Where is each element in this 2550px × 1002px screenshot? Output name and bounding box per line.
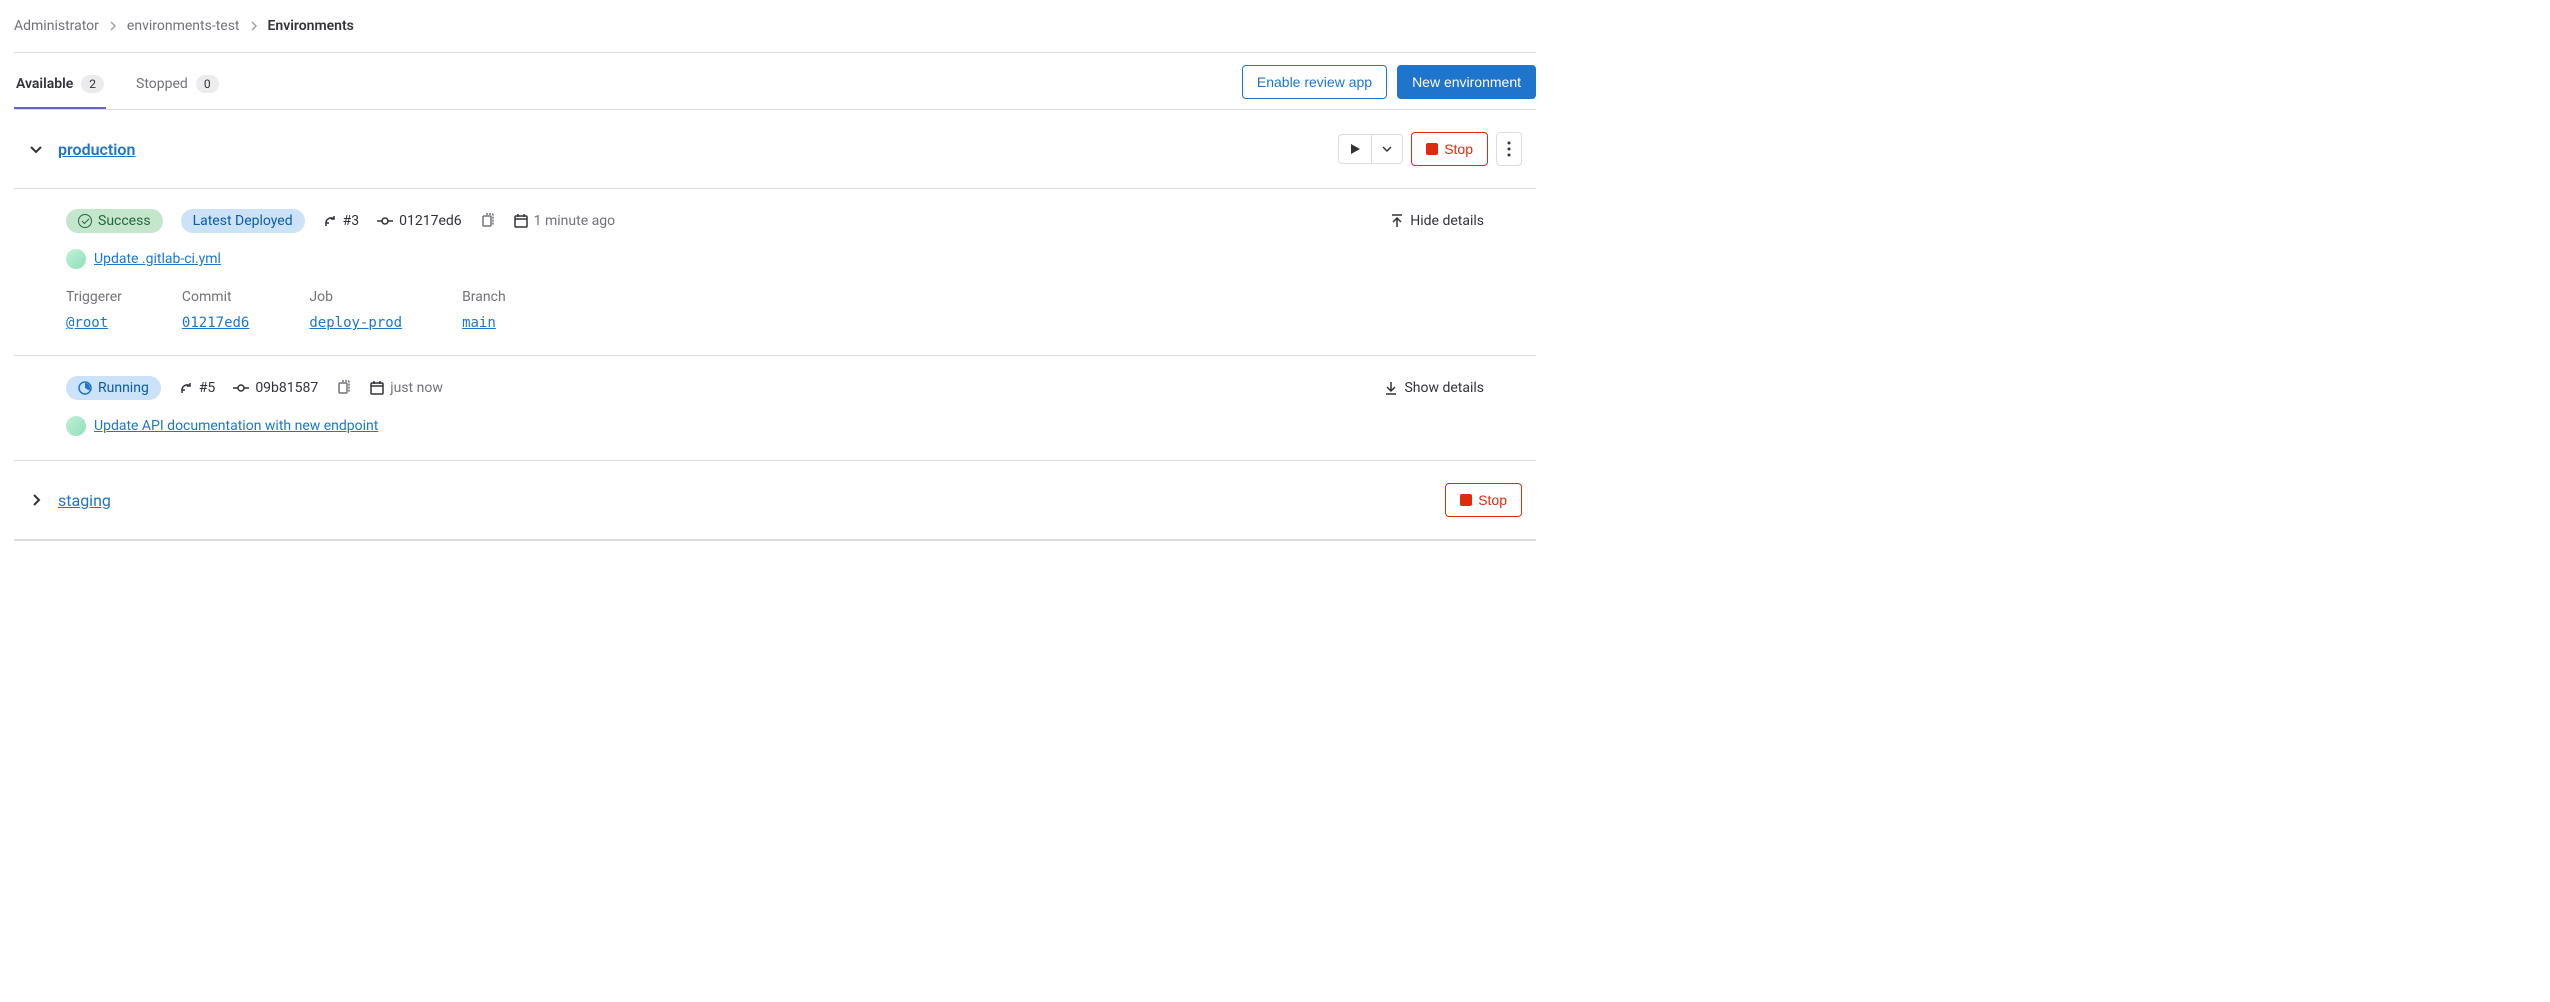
chevron-right-icon[interactable]	[28, 492, 44, 508]
tab-count: 2	[81, 75, 104, 93]
branch-link[interactable]: main	[462, 315, 496, 331]
copy-sha-button[interactable]	[336, 380, 352, 396]
chevron-down-icon[interactable]	[1371, 134, 1403, 164]
running-icon	[78, 381, 92, 395]
commit-icon	[233, 381, 249, 395]
stop-environment-button[interactable]: Stop	[1445, 483, 1522, 517]
status-badge-success[interactable]: Success	[66, 209, 163, 233]
job-label: Job	[309, 289, 402, 305]
expand-icon	[1384, 381, 1398, 395]
calendar-icon	[514, 214, 528, 228]
latest-deployed-badge: Latest Deployed	[181, 209, 305, 233]
tabs-row: Available 2 Stopped 0 Enable review app …	[14, 53, 1536, 109]
commit-label: Commit	[182, 289, 249, 305]
tab-count: 0	[196, 75, 219, 93]
stop-environment-button[interactable]: Stop	[1411, 132, 1488, 166]
deployment-details: Triggerer @root Commit 01217ed6 Job depl…	[66, 289, 1484, 331]
retry-icon	[323, 214, 337, 228]
redeploy-dropdown[interactable]	[1338, 134, 1403, 164]
commit-message-link[interactable]: Update .gitlab-ci.yml	[94, 251, 221, 267]
job-link[interactable]: deploy-prod	[309, 315, 402, 331]
environment-name-link[interactable]: staging	[58, 491, 111, 510]
breadcrumb: Administrator environments-test Environm…	[14, 0, 1536, 52]
breadcrumb-project[interactable]: environments-test	[127, 18, 240, 34]
status-badge-running[interactable]: Running	[66, 376, 161, 400]
stop-label: Stop	[1478, 492, 1507, 508]
triggerer-label: Triggerer	[66, 289, 122, 305]
enable-review-app-button[interactable]: Enable review app	[1242, 65, 1387, 99]
chevron-right-icon	[109, 21, 117, 31]
stop-icon	[1460, 494, 1472, 506]
tab-stopped[interactable]: Stopped 0	[134, 65, 221, 109]
tab-label: Stopped	[136, 76, 188, 92]
show-details-button[interactable]: Show details	[1384, 380, 1484, 396]
retry-icon	[179, 381, 193, 395]
commit-sha[interactable]: 09b81587	[233, 380, 318, 396]
more-actions-button[interactable]	[1496, 132, 1522, 166]
breadcrumb-admin[interactable]: Administrator	[14, 18, 99, 34]
environment-name-link[interactable]: production	[58, 140, 135, 159]
triggerer-link[interactable]: @root	[66, 315, 108, 331]
commit-icon	[377, 214, 393, 228]
deployment-iid[interactable]: #5	[179, 380, 216, 396]
breadcrumb-current: Environments	[268, 18, 354, 34]
deployment-row: Success Latest Deployed #3 01217ed6	[14, 189, 1536, 356]
collapse-icon	[1390, 214, 1404, 228]
status-text: Success	[98, 213, 151, 229]
chevron-right-icon	[250, 21, 258, 31]
tab-label: Available	[16, 76, 73, 92]
copy-sha-button[interactable]	[480, 213, 496, 229]
hide-details-button[interactable]: Hide details	[1390, 213, 1484, 229]
commit-link[interactable]: 01217ed6	[182, 315, 249, 331]
deployment-row: Running #5 09b81587	[14, 356, 1536, 461]
deployment-time: 1 minute ago	[514, 213, 615, 229]
stop-icon	[1426, 143, 1438, 155]
commit-message-link[interactable]: Update API documentation with new endpoi…	[94, 418, 378, 434]
chevron-down-icon[interactable]	[28, 141, 44, 157]
tab-available[interactable]: Available 2	[14, 65, 106, 109]
check-circle-icon	[78, 214, 92, 228]
deployment-iid[interactable]: #3	[323, 213, 360, 229]
branch-label: Branch	[462, 289, 506, 305]
environment-row-production: production Stop	[14, 110, 1536, 189]
play-icon[interactable]	[1338, 134, 1371, 164]
avatar	[66, 249, 86, 269]
avatar	[66, 416, 86, 436]
status-text: Running	[98, 380, 149, 396]
calendar-icon	[370, 381, 384, 395]
environment-row-staging: staging Stop	[14, 461, 1536, 540]
deployment-time: just now	[370, 380, 443, 396]
commit-sha[interactable]: 01217ed6	[377, 213, 462, 229]
new-environment-button[interactable]: New environment	[1397, 65, 1536, 99]
stop-label: Stop	[1444, 141, 1473, 157]
